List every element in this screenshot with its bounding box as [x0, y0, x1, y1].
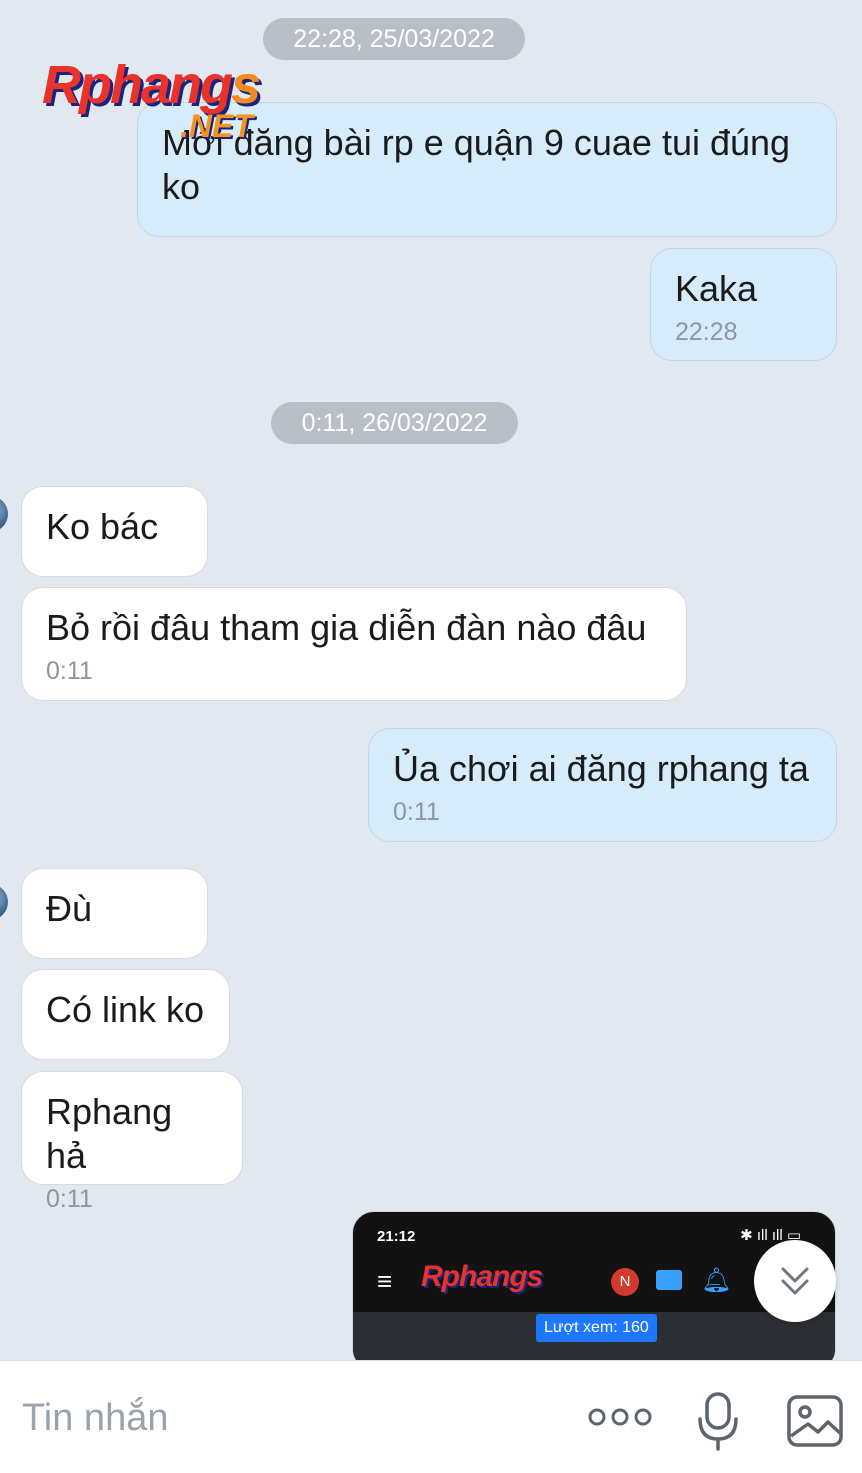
message-composer	[0, 1360, 862, 1473]
message-outgoing[interactable]: Kaka 22:28	[650, 248, 837, 361]
message-input[interactable]	[22, 1397, 542, 1440]
message-time: 22:28	[675, 318, 738, 346]
message-incoming[interactable]: Ko bác	[21, 486, 208, 577]
mic-icon	[698, 1392, 738, 1451]
more-button[interactable]	[584, 1397, 656, 1437]
conversation: 22:28, 25/03/2022 Mới đăng bài rp e quận…	[0, 0, 862, 1360]
message-incoming[interactable]: Bỏ rồi đâu tham gia diễn đàn nào đâu 0:1…	[21, 587, 687, 701]
scroll-to-bottom-button[interactable]	[754, 1240, 836, 1322]
image-icon	[787, 1395, 843, 1447]
date-separator: 0:11, 26/03/2022	[271, 402, 518, 444]
message-incoming[interactable]: Rphang hả 0:11	[21, 1071, 243, 1213]
menu-icon: ≡	[377, 1266, 393, 1296]
message-incoming[interactable]: Đù	[21, 868, 208, 959]
rphangs-watermark-logo: Rphangs .NET	[42, 55, 261, 144]
message-incoming[interactable]: Có link ko	[21, 969, 230, 1060]
chevron-double-down-icon	[781, 1267, 809, 1295]
mail-icon	[656, 1270, 682, 1290]
message-text: Rphang hả	[46, 1091, 173, 1176]
attachment-brand: Rphangs	[421, 1260, 543, 1293]
attachment-status-time: 21:12	[377, 1228, 416, 1245]
message-text: Bỏ rồi đâu tham gia diễn đàn nào đâu	[46, 607, 647, 648]
message-text: Kaka	[675, 268, 758, 309]
message-time: 0:11	[393, 798, 440, 826]
message-text: Ko bác	[46, 506, 159, 547]
message-text: Có link ko	[46, 989, 205, 1030]
avatar[interactable]	[0, 496, 8, 532]
mic-button[interactable]	[690, 1389, 746, 1453]
notification-badge: N	[611, 1268, 639, 1296]
more-dots-icon	[588, 1408, 652, 1426]
views-badge: Lượt xem: 160	[536, 1314, 657, 1342]
message-text: Ủa chơi ai đăng rphang ta	[393, 748, 809, 789]
message-outgoing[interactable]: Ủa chơi ai đăng rphang ta 0:11	[368, 728, 837, 842]
avatar[interactable]	[0, 884, 8, 920]
message-text: Đù	[46, 888, 93, 929]
image-button[interactable]	[784, 1391, 846, 1451]
bell-icon: 🔔︎	[701, 1267, 732, 1294]
message-time: 0:11	[46, 1185, 93, 1213]
message-time: 0:11	[46, 657, 93, 685]
